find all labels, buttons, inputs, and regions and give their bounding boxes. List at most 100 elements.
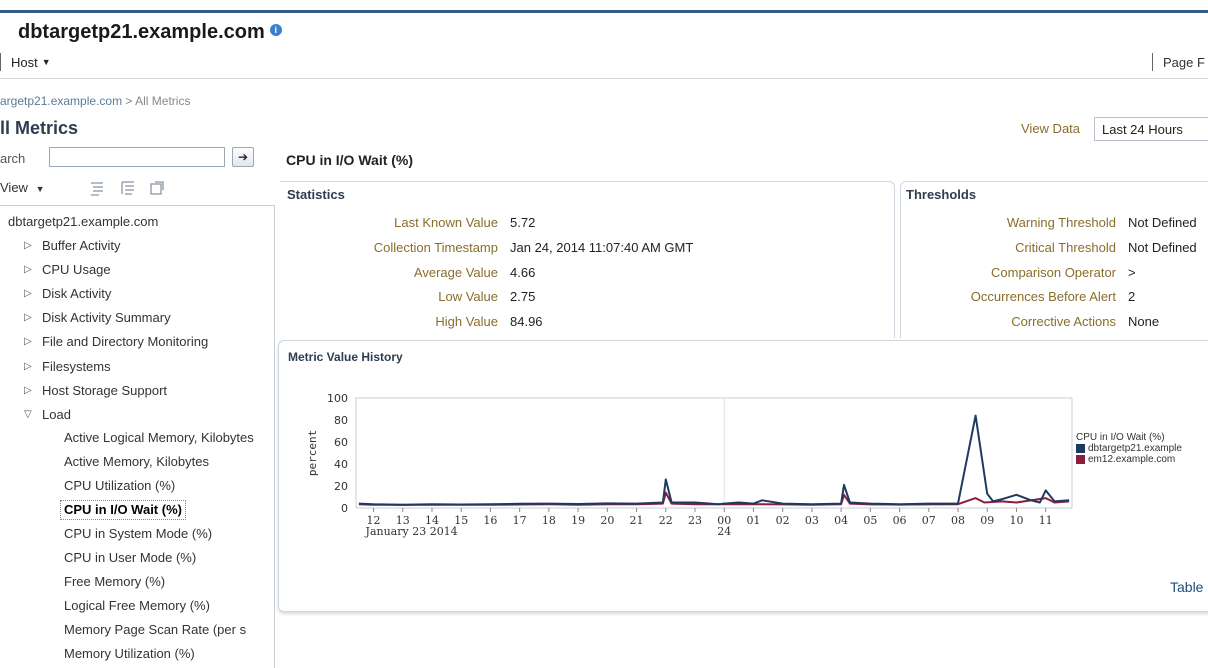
host-menu-label: Host	[11, 54, 38, 70]
search-label: arch	[0, 151, 26, 166]
threshold-label: Critical Threshold	[1015, 240, 1116, 255]
tree-item-file-directory-monitoring[interactable]: ▷ File and Directory Monitoring	[24, 332, 208, 350]
tree-item-label: Filesystems	[42, 358, 111, 374]
search-input[interactable]	[49, 147, 225, 167]
x-tick-label: 03	[805, 514, 819, 527]
tree-leaf[interactable]: CPU in System Mode (%)	[64, 525, 274, 543]
x-tick-label: 13	[396, 514, 410, 527]
threshold-label: Warning Threshold	[1006, 215, 1116, 230]
view-data-select[interactable]: Last 24 Hours	[1094, 117, 1208, 141]
expand-all-icon[interactable]	[88, 180, 106, 198]
expand-triangle-icon: ▷	[24, 335, 32, 347]
page-menu[interactable]: Page F	[1152, 52, 1205, 72]
tree-item-buffer-activity[interactable]: ▷ Buffer Activity	[24, 236, 121, 254]
header-divider	[0, 78, 1208, 79]
x-tick-label: 06	[893, 514, 907, 527]
stat-value: 5.72	[510, 215, 536, 230]
tree-leaf[interactable]: CPU in User Mode (%)	[64, 549, 274, 567]
stat-value: 84.96	[510, 314, 543, 329]
tree-leaf[interactable]: Free Memory (%)	[64, 573, 274, 591]
tree-leaf[interactable]: Memory Utilization (%)	[64, 645, 274, 663]
view-menu-label: View	[0, 180, 28, 195]
tree-leaf[interactable]: Logical Free Memory (%)	[64, 597, 274, 615]
x-tick-label: 01	[746, 514, 760, 527]
detach-svg	[150, 181, 164, 195]
legend-title: CPU in I/O Wait (%)	[1076, 432, 1165, 443]
menu-divider	[1152, 53, 1153, 71]
x-tick-label: 14	[425, 514, 439, 527]
legend-swatch	[1076, 444, 1085, 453]
menu-divider	[0, 53, 1, 71]
x-tick-label: 20	[600, 514, 614, 527]
expand-triangle-icon: ▷	[24, 263, 32, 275]
expand-all-svg	[91, 182, 103, 196]
collapse-triangle-icon: ▽	[24, 408, 32, 420]
collapse-all-icon[interactable]	[119, 180, 137, 198]
y-tick-label: 0	[341, 502, 348, 515]
stat-value: 2.75	[510, 289, 536, 304]
tree-item-disk-activity[interactable]: ▷ Disk Activity	[24, 284, 111, 302]
x-sublabel: 24	[717, 525, 731, 538]
expand-triangle-icon: ▷	[24, 360, 32, 372]
view-data-label: View Data	[1021, 121, 1081, 136]
host-menu[interactable]: Host ▼	[0, 52, 51, 72]
tree-leaf[interactable]: Active Memory, Kilobytes	[64, 453, 274, 471]
y-tick-label: 80	[334, 414, 348, 427]
x-tick-label: 10	[1009, 514, 1023, 527]
x-tick-label: 21	[630, 514, 644, 527]
target-title: dbtargetp21.example.com i	[18, 21, 282, 44]
tree-item-host-storage-support[interactable]: ▷ Host Storage Support	[24, 381, 167, 399]
breadcrumb: argetp21.example.com > All Metrics	[0, 94, 190, 108]
collapse-all-svg	[121, 181, 134, 195]
x-tick-label: 16	[483, 514, 497, 527]
tree-item-label: Buffer Activity	[42, 237, 121, 253]
y-tick-label: 20	[334, 480, 348, 493]
chevron-down-icon: ▼	[41, 57, 51, 67]
metric-title: CPU in I/O Wait (%)	[286, 152, 414, 168]
tree-leaf-selected[interactable]: CPU in I/O Wait (%)	[60, 500, 186, 520]
legend-label: dbtargetp21.example	[1088, 443, 1182, 454]
threshold-value: None	[1128, 314, 1160, 329]
expand-triangle-icon: ▷	[24, 311, 32, 323]
view-menu-button[interactable]: View ▼	[0, 180, 45, 195]
search-go-button[interactable]: ➔	[232, 147, 254, 167]
tree-leaf[interactable]: CPU Utilization (%)	[64, 477, 274, 495]
stat-label: Average Value	[413, 265, 498, 280]
x-tick-label: 22	[659, 514, 673, 527]
thresholds-heading: Thresholds	[906, 187, 977, 202]
x-tick-label: 15	[454, 514, 468, 527]
x-tick-label: 05	[863, 514, 877, 527]
expand-triangle-icon: ▷	[24, 384, 32, 396]
plot-area	[355, 397, 1073, 509]
x-sublabel: January 23 2014	[365, 525, 458, 538]
tree-item-load[interactable]: ▽ Load	[24, 405, 71, 423]
x-tick-label: 08	[951, 514, 965, 527]
stat-label: High Value	[435, 314, 498, 329]
info-icon[interactable]: i	[269, 24, 282, 36]
tree-leaf[interactable]: Active Logical Memory, Kilobytes	[64, 429, 274, 447]
tree-item-filesystems[interactable]: ▷ Filesystems	[24, 357, 111, 375]
chevron-down-icon: ▼	[35, 184, 45, 194]
legend-item[interactable]: em12.example.com	[1076, 454, 1175, 465]
tree-root[interactable]: dbtargetp21.example.com	[8, 214, 158, 229]
metric-history-chart[interactable]: 020406080100percent12January 23 201413 14…	[290, 380, 1080, 540]
threshold-value: Not Defined	[1128, 215, 1197, 230]
tree-item-cpu-usage[interactable]: ▷ CPU Usage	[24, 260, 111, 278]
stat-value: Jan 24, 2014 11:07:40 AM GMT	[510, 240, 694, 255]
tree-item-label: Load	[42, 406, 71, 422]
detach-icon[interactable]	[148, 180, 166, 198]
y-tick-label: 40	[334, 458, 348, 471]
tree-item-disk-activity-summary[interactable]: ▷ Disk Activity Summary	[24, 308, 171, 326]
table-view-link[interactable]: Table	[1170, 579, 1203, 595]
x-tick-label: 18	[542, 514, 556, 527]
tree-item-label: Host Storage Support	[42, 382, 168, 398]
legend-item[interactable]: dbtargetp21.example	[1076, 443, 1182, 454]
tree-item-label: File and Directory Monitoring	[42, 333, 209, 349]
stat-label: Collection Timestamp	[373, 240, 498, 255]
stat-value: 4.66	[510, 265, 536, 280]
threshold-value: Not Defined	[1128, 240, 1197, 255]
tree-leaf[interactable]: Memory Page Scan Rate (per s	[64, 621, 274, 639]
breadcrumb-current: All Metrics	[135, 94, 191, 108]
x-tick-label: 23	[688, 514, 702, 527]
breadcrumb-host-link[interactable]: argetp21.example.com	[0, 94, 122, 108]
